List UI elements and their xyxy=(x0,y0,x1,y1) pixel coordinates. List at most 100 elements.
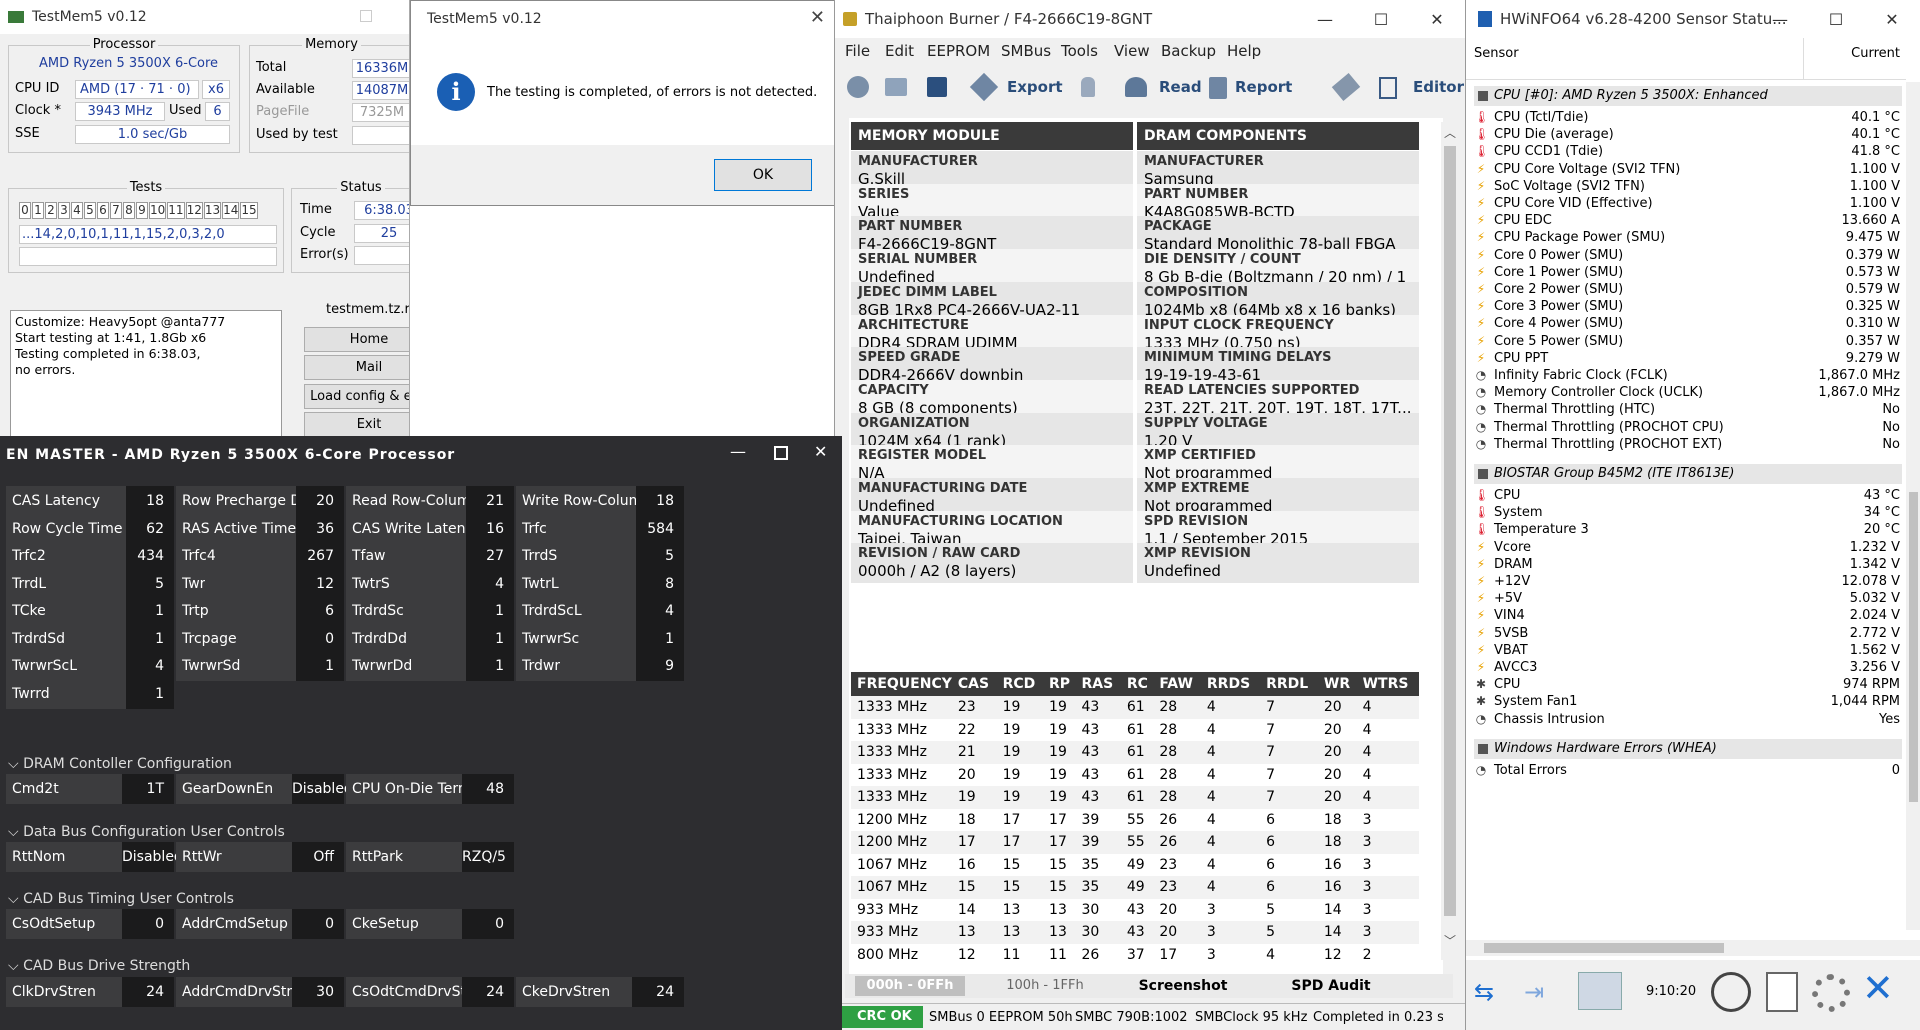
minimize-icon[interactable]: — xyxy=(730,442,746,461)
report-icon[interactable] xyxy=(1766,972,1798,1012)
minimize-icon[interactable]: — xyxy=(1297,0,1353,38)
sse-value: 1.0 sec/Gb xyxy=(75,125,230,144)
close-icon[interactable]: ✕ xyxy=(810,7,825,28)
tab-000h[interactable]: 000h - 0FFh xyxy=(855,976,965,996)
frequency-cell: 23 xyxy=(957,699,976,716)
h-scroll-thumb[interactable] xyxy=(1484,943,1724,953)
clock-label: Clock * xyxy=(15,103,61,118)
current-col-header[interactable]: Current xyxy=(1851,46,1900,61)
lightning-icon: ⚡ xyxy=(1476,299,1486,314)
spd-field-label: READ LATENCIES SUPPORTED xyxy=(1144,382,1360,398)
sensor-group[interactable]: CPU [#0]: AMD Ryzen 5 3500X: Enhanced xyxy=(1474,86,1902,106)
drive-strength-heading: CAD Bus Drive Strength xyxy=(23,958,191,974)
cad-timing-section[interactable]: ⌵ CAD Bus Timing User Controls xyxy=(8,891,234,907)
settings-icon[interactable] xyxy=(847,76,869,98)
timing-cell: TwtrS 4 xyxy=(346,568,514,599)
timing-cell: Trtp 6 xyxy=(176,596,344,626)
h-scrollbar[interactable] xyxy=(1466,940,1920,956)
settings-icon[interactable] xyxy=(1812,974,1850,1012)
network-icon[interactable] xyxy=(1578,972,1622,1010)
read-icon[interactable] xyxy=(1125,77,1147,97)
spd-field-label: MINIMUM TIMING DELAYS xyxy=(1144,350,1332,366)
sensor-group[interactable]: BIOSTAR Group B45M2 (ITE IT8613E) xyxy=(1474,464,1902,484)
menu-edit[interactable]: Edit xyxy=(885,42,914,60)
frequency-cell: 3 xyxy=(1362,834,1372,851)
minimize-icon[interactable]: — xyxy=(1752,0,1808,38)
close-icon[interactable]: ✕ xyxy=(1862,966,1894,1010)
menu-help[interactable]: Help xyxy=(1227,42,1261,60)
close-icon[interactable]: ✕ xyxy=(1409,0,1465,38)
frequency-cell: 19 xyxy=(1049,766,1067,783)
sensor-row[interactable]: ◔ Thermal Throttling (PROCHOT EXT) No xyxy=(1466,434,1906,455)
chip-icon xyxy=(1478,91,1488,101)
sensor-row[interactable]: ◔ Chassis Intrusion Yes xyxy=(1466,709,1906,730)
scroll-up-icon[interactable]: ︿ xyxy=(1441,124,1459,141)
drive-strength-section[interactable]: ⌵ CAD Bus Drive Strength xyxy=(8,958,190,974)
menu-view[interactable]: View xyxy=(1114,42,1150,60)
timing-name: CAS Latency xyxy=(12,493,101,509)
col-divider xyxy=(1803,38,1804,80)
sensor-col-header[interactable]: Sensor xyxy=(1474,46,1519,61)
timing-cell: Twr 12 xyxy=(176,568,344,599)
log-box[interactable]: Customize: Heavy5opt @anta777 Start test… xyxy=(10,310,282,438)
chip-icon xyxy=(1478,743,1488,754)
menu-backup[interactable]: Backup xyxy=(1161,42,1216,60)
export-icon[interactable] xyxy=(969,72,999,102)
mail-button[interactable]: Mail xyxy=(304,355,409,380)
report-button[interactable]: Report xyxy=(1235,78,1292,96)
frequency-cell: 5 xyxy=(1266,901,1276,918)
scroll-down-icon[interactable]: ﹀ xyxy=(1441,932,1459,949)
maximize-icon[interactable]: ☐ xyxy=(1808,0,1864,38)
close-icon[interactable]: ✕ xyxy=(814,442,827,461)
sensor-scrollbar[interactable] xyxy=(1906,82,1920,930)
menu-eeprom[interactable]: EEPROM xyxy=(927,42,990,60)
report-icon[interactable] xyxy=(1209,77,1227,99)
maximize-icon[interactable] xyxy=(774,446,788,460)
screenshot-button[interactable]: Screenshot xyxy=(1113,976,1253,996)
menu-tools[interactable]: Tools xyxy=(1061,42,1098,60)
log-line: Start testing at 1:41, 1.8Gb x6 xyxy=(15,330,207,345)
spd-audit-button[interactable]: SPD Audit xyxy=(1261,976,1401,996)
dram-config-section[interactable]: ⌵ DRAM Contoller Configuration xyxy=(8,756,232,772)
read-button[interactable]: Read xyxy=(1159,78,1202,96)
frequency-cell: 19 xyxy=(1002,744,1021,761)
menu-file[interactable]: File xyxy=(845,42,870,60)
frequency-col-header: FAW xyxy=(1153,672,1201,696)
timer-icon[interactable] xyxy=(1711,972,1751,1012)
data-bus-section[interactable]: ⌵ Data Bus Configuration User Controls xyxy=(8,824,285,840)
load-config-button[interactable]: Load config & exit xyxy=(304,384,409,409)
spd-scrollbar[interactable]: ︿ ﹀ xyxy=(1441,122,1459,960)
frequency-row: 1333 MHz 21 19 19 43 61 28 4 7 20 4 xyxy=(851,741,1419,764)
timing-cell: TwrwrSd 1 xyxy=(176,651,344,681)
maximize-icon[interactable]: ☐ xyxy=(1353,0,1409,38)
scroll-thumb[interactable] xyxy=(1909,492,1918,802)
editor-icon[interactable] xyxy=(1379,77,1397,99)
editor-button[interactable]: Editor xyxy=(1413,78,1464,96)
open-icon[interactable] xyxy=(885,78,907,96)
export-button[interactable]: Export xyxy=(1007,78,1063,96)
timing-value: 0 xyxy=(296,623,344,654)
collapse-arrows-icon[interactable]: ⇥ xyxy=(1524,978,1564,1006)
timing-name: Trdwr xyxy=(522,658,561,674)
menu-smbus[interactable]: SMBus xyxy=(1001,42,1051,60)
wrench-icon[interactable] xyxy=(1331,73,1361,101)
setting-name: AddrCmdSetup xyxy=(182,916,288,932)
sensor-group[interactable]: Windows Hardware Errors (WHEA) xyxy=(1474,738,1902,759)
scroll-thumb[interactable] xyxy=(1444,146,1456,916)
close-icon[interactable]: ✕ xyxy=(1864,0,1920,38)
sensor-row[interactable]: ◔ Total Errors 0 xyxy=(1466,760,1906,781)
frequency-cell: 4 xyxy=(1206,834,1216,851)
frequency-cell: 1333 MHz xyxy=(857,789,928,806)
maximize-icon[interactable] xyxy=(360,10,372,22)
nav-arrows-icon[interactable]: ⇆ xyxy=(1474,978,1514,1006)
lock-icon[interactable] xyxy=(1081,77,1095,97)
timing-value: 1 xyxy=(126,678,174,709)
lightning-icon: ⚡ xyxy=(1476,178,1486,193)
completion-dialog: TestMem5 v0.12 ✕ i The testing is comple… xyxy=(410,0,836,206)
exit-button[interactable]: Exit xyxy=(304,412,409,437)
home-button[interactable]: Home xyxy=(304,327,409,352)
tab-100h[interactable]: 100h - 1FFh xyxy=(985,976,1105,996)
save-icon[interactable] xyxy=(927,77,947,97)
frequency-row: 1333 MHz 19 19 19 43 61 28 4 7 20 4 xyxy=(851,786,1419,809)
ok-button[interactable]: OK xyxy=(714,159,812,191)
